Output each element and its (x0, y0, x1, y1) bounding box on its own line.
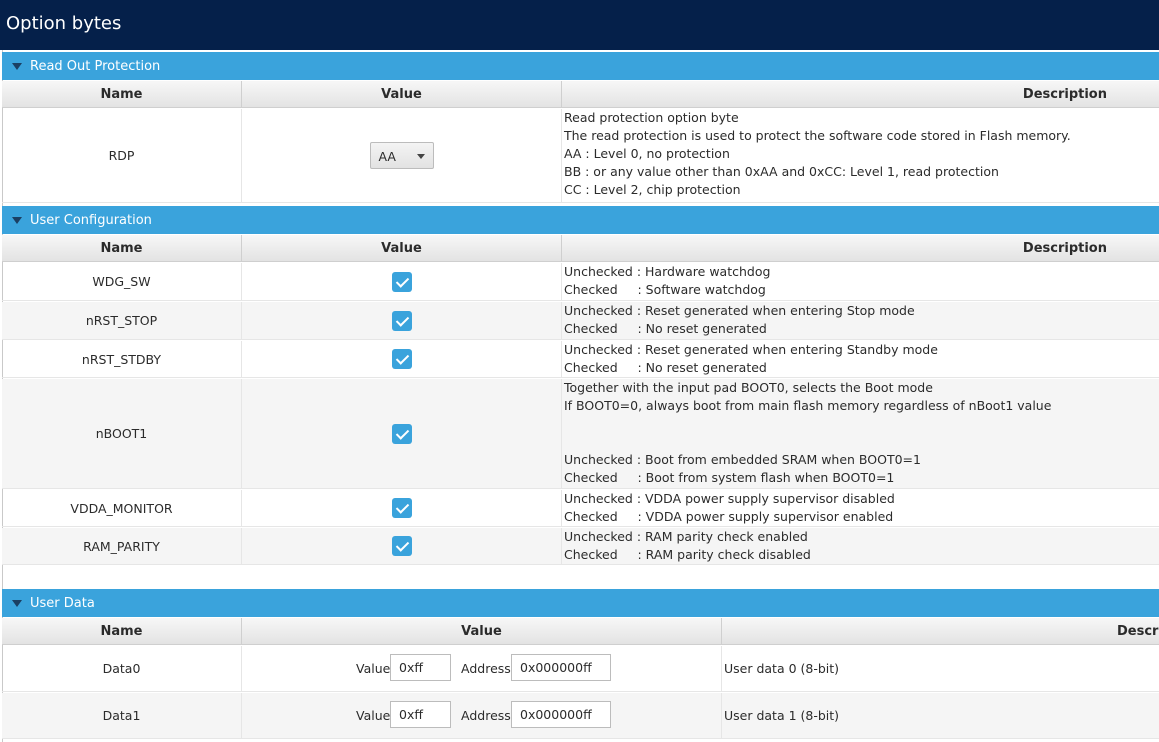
section-read-out-protection[interactable]: Read Out Protection (2, 52, 1159, 80)
triangle-down-icon[interactable] (12, 63, 22, 70)
section-user-configuration[interactable]: User Configuration (2, 206, 1159, 234)
description-line: Together with the input pad BOOT0, selec… (564, 380, 933, 395)
data1-address-input[interactable] (511, 701, 611, 728)
column-header-value: Value (242, 81, 562, 108)
ram-parity-checkbox[interactable] (391, 536, 412, 556)
description-line: Unchecked : RAM parity check enabled (564, 529, 808, 544)
description-line: Checked : RAM parity check disabled (564, 547, 811, 562)
row-value: AA (242, 109, 562, 202)
address-label: Address (461, 661, 511, 676)
row-name: Data1 (2, 693, 242, 738)
user-data-table-header: Name Value Descrip (2, 618, 1159, 645)
table-row-nrst-stop: nRST_STOP Unchecked : Reset generated wh… (2, 302, 1159, 340)
table-row-vdda-monitor: VDDA_MONITOR Unchecked : VDDA power supp… (2, 490, 1159, 527)
title-bar: Option bytes (0, 0, 1159, 50)
rdp-level-dropdown[interactable]: AA (369, 142, 434, 169)
row-name: Data0 (2, 646, 242, 691)
wdg-sw-checkbox[interactable] (391, 271, 412, 292)
description-line: Unchecked : Hardware watchdog (564, 264, 771, 279)
column-header-name: Name (2, 235, 242, 262)
column-header-description: Description (1022, 241, 1107, 256)
row-value (242, 302, 562, 339)
column-header-description: Descrip (1117, 624, 1159, 639)
vdda-monitor-checkbox[interactable] (391, 498, 412, 518)
value-label: Value (356, 708, 391, 723)
column-header-description: Description (1022, 87, 1107, 102)
row-description: Read protection option byte The read pro… (562, 109, 1159, 202)
row-value (242, 490, 562, 526)
row-name: RDP (2, 109, 242, 202)
triangle-down-icon[interactable] (12, 217, 22, 224)
description-line: CC : Level 2, chip protection (564, 182, 741, 197)
column-header-value: Value (242, 618, 722, 645)
row-value (242, 341, 562, 377)
description-line: Unchecked : Reset generated when enterin… (564, 342, 938, 357)
description-line: Unchecked : VDDA power supply supervisor… (564, 491, 895, 506)
description-line: Checked : VDDA power supply supervisor e… (564, 509, 894, 524)
description-line (564, 415, 1159, 433)
column-header-value: Value (242, 235, 562, 262)
row-name: VDDA_MONITOR (2, 490, 242, 526)
description-line: Unchecked : Reset generated when enterin… (564, 303, 915, 318)
rop-table-header: Name Value Description (2, 81, 1159, 108)
row-value (242, 379, 562, 488)
value-label: Value (356, 661, 391, 676)
section-title: User Configuration (30, 213, 152, 228)
description-line: Read protection option byte (564, 110, 739, 125)
row-description: Unchecked : Hardware watchdog Checked : … (562, 263, 1159, 300)
nrst-stop-checkbox[interactable] (391, 310, 412, 331)
description-line: The read protection is used to protect t… (564, 128, 1071, 143)
row-name: nRST_STDBY (2, 341, 242, 377)
table-row-rdp: RDP AA Read protection option byte The r… (2, 109, 1159, 203)
description-line: Checked : No reset generated (564, 360, 767, 375)
user-config-table-header: Name Value Description (2, 235, 1159, 262)
column-header-name: Name (2, 618, 242, 645)
table-row-nboot1: nBOOT1 Together with the input pad BOOT0… (2, 379, 1159, 489)
dropdown-selected-value: AA (378, 149, 396, 164)
row-description: User data 1 (8-bit) (724, 708, 840, 723)
column-header-name: Name (2, 81, 242, 108)
table-row-data0: Data0 Value Address User data 0 (8-bit) (2, 646, 1159, 692)
nrst-stdby-checkbox[interactable] (391, 349, 412, 369)
description-line: Checked : Boot from system flash when BO… (564, 470, 895, 485)
description-line (564, 433, 1159, 451)
data0-value-input[interactable] (390, 654, 451, 681)
description-line: AA : Level 0, no protection (564, 146, 730, 161)
chevron-down-icon (416, 154, 425, 159)
description-line: Checked : No reset generated (564, 321, 767, 336)
row-description: Unchecked : Reset generated when enterin… (562, 341, 1159, 377)
table-row-nrst-stdby: nRST_STDBY Unchecked : Reset generated w… (2, 341, 1159, 378)
row-name: RAM_PARITY (2, 528, 242, 564)
row-name: nRST_STOP (2, 302, 242, 339)
row-name: nBOOT1 (2, 379, 242, 488)
data0-address-input[interactable] (511, 654, 611, 681)
row-description: Together with the input pad BOOT0, selec… (562, 379, 1159, 488)
description-line: BB : or any value other than 0xAA and 0x… (564, 164, 999, 179)
row-value: Value Address (242, 693, 722, 738)
row-value (242, 263, 562, 300)
row-description: User data 0 (8-bit) (724, 661, 840, 676)
table-row-wdg-sw: WDG_SW Unchecked : Hardware watchdog Che… (2, 263, 1159, 301)
table-row-ram-parity: RAM_PARITY Unchecked : RAM parity check … (2, 528, 1159, 565)
triangle-down-icon[interactable] (12, 600, 22, 607)
row-value (242, 528, 562, 564)
row-name: WDG_SW (2, 263, 242, 300)
row-value: Value Address (242, 646, 722, 691)
section-title: User Data (30, 596, 95, 611)
nboot1-checkbox[interactable] (391, 423, 412, 444)
description-line: If BOOT0=0, always boot from main flash … (564, 398, 1052, 413)
row-description: Unchecked : Reset generated when enterin… (562, 302, 1159, 339)
section-title: Read Out Protection (30, 59, 161, 74)
section-user-data[interactable]: User Data (2, 589, 1159, 617)
table-row-data1: Data1 Value Address User data 1 (8-bit) (2, 693, 1159, 739)
description-line: Checked : Software watchdog (564, 282, 766, 297)
row-description: Unchecked : VDDA power supply supervisor… (562, 490, 1159, 526)
address-label: Address (461, 708, 511, 723)
window-title: Option bytes (6, 13, 122, 34)
row-description: Unchecked : RAM parity check enabled Che… (562, 528, 1159, 564)
data1-value-input[interactable] (390, 701, 451, 728)
description-line: Unchecked : Boot from embedded SRAM when… (564, 452, 921, 467)
